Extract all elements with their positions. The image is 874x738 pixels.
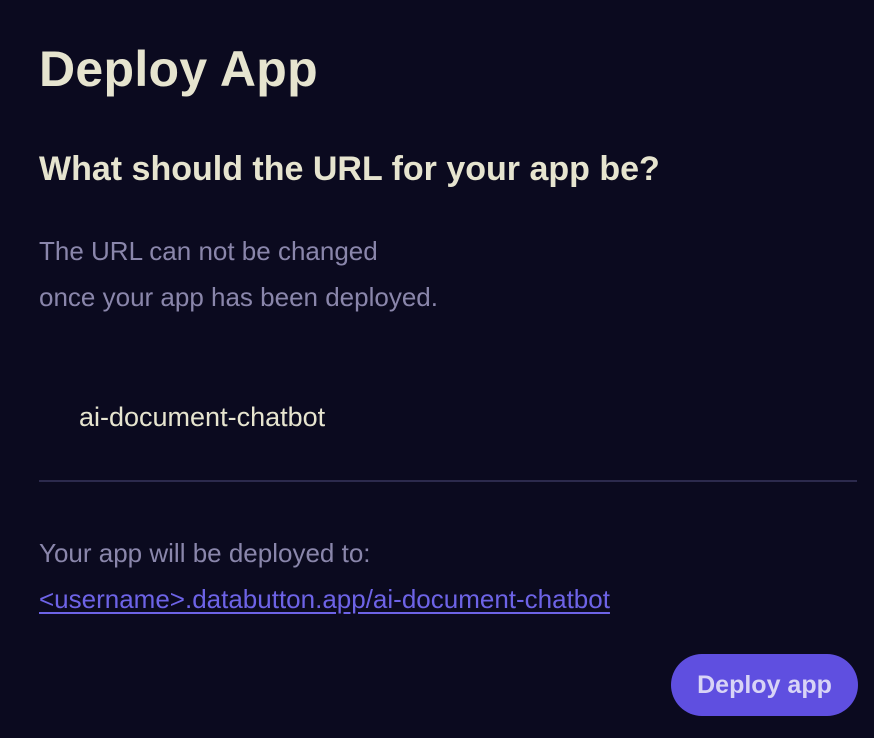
deploy-app-dialog: Deploy App What should the URL for your …: [0, 0, 874, 738]
url-change-note-line-1: The URL can not be changed: [39, 236, 378, 266]
url-question-heading: What should the URL for your app be?: [39, 150, 660, 188]
deploy-destination-label: Your app will be deployed to:: [39, 538, 371, 568]
url-change-note: The URL can not be changed once your app…: [39, 228, 438, 320]
url-change-note-line-2: once your app has been deployed.: [39, 282, 438, 312]
deploy-app-button[interactable]: Deploy app: [671, 654, 858, 716]
deploy-destination-link[interactable]: <username>.databutton.app/ai-document-ch…: [39, 576, 610, 622]
app-url-input[interactable]: [39, 384, 857, 482]
deploy-destination: Your app will be deployed to: <username>…: [39, 530, 610, 622]
dialog-title: Deploy App: [39, 41, 318, 97]
